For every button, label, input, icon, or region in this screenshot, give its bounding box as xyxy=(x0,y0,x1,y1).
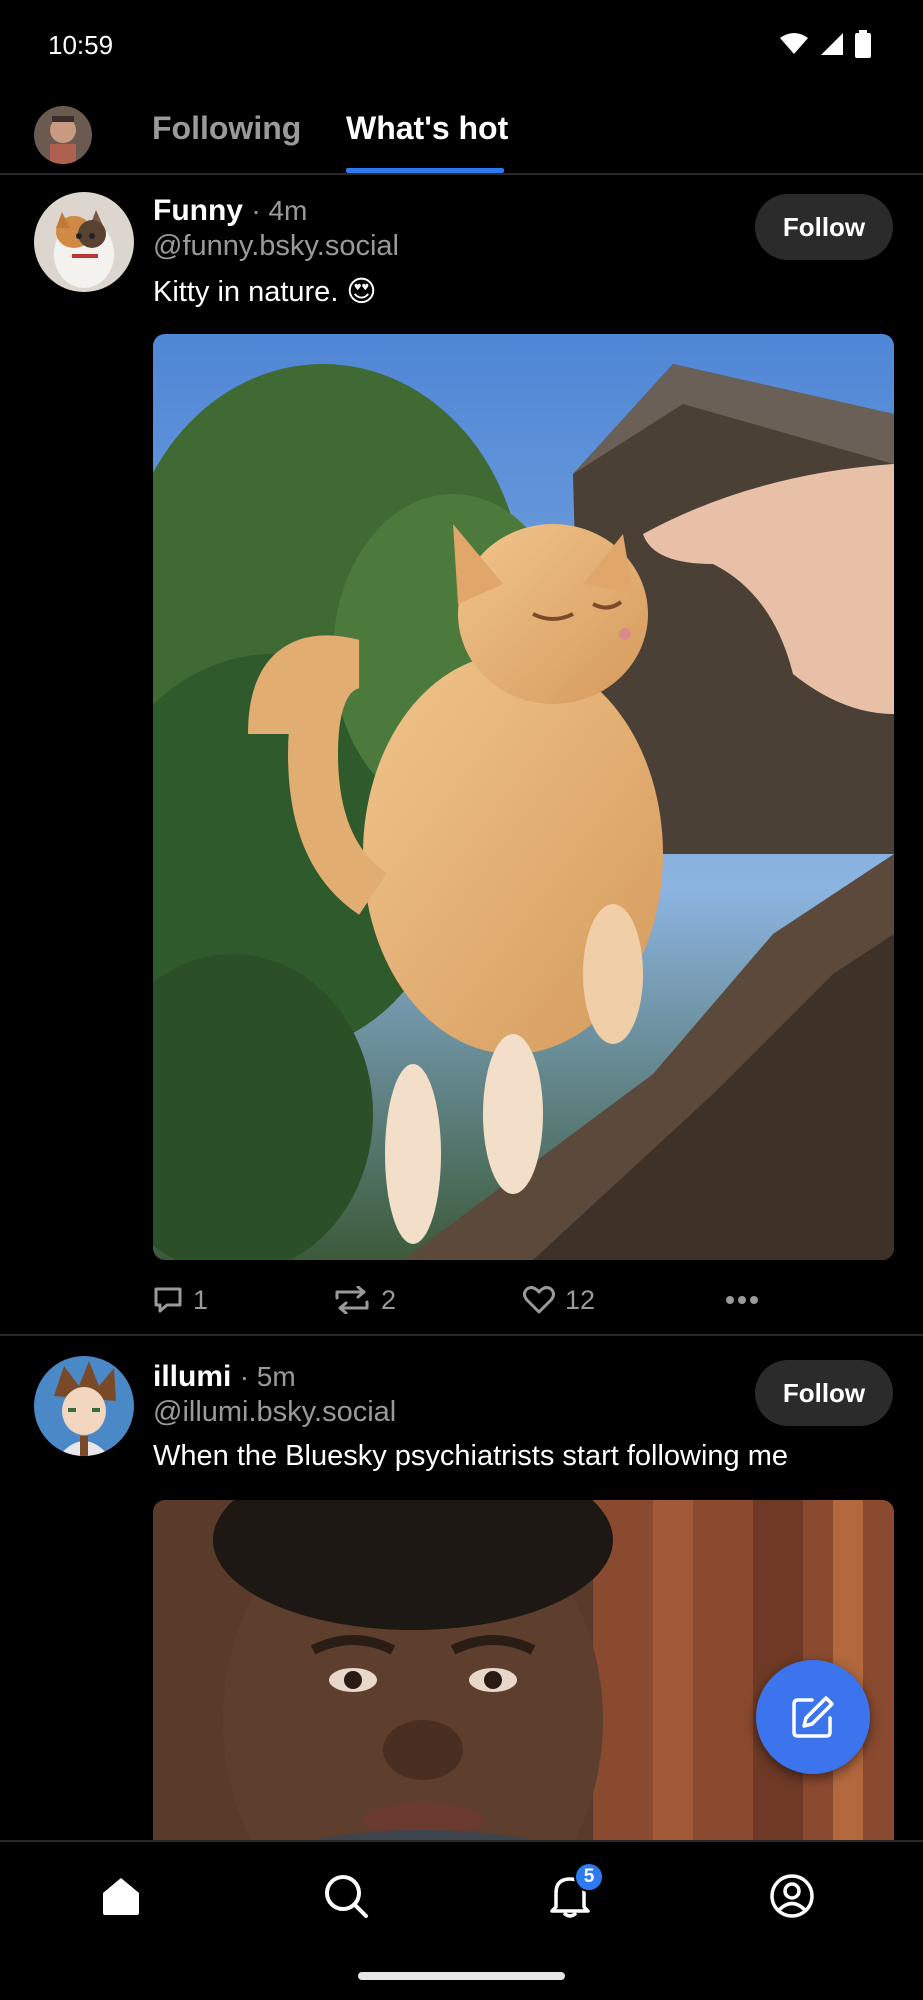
repost-button[interactable]: 2 xyxy=(333,1285,396,1316)
feed-tabs-bar: Following What's hot xyxy=(0,90,923,175)
repost-icon xyxy=(335,1286,369,1314)
post-author-avatar[interactable] xyxy=(34,1356,134,1456)
profile-icon xyxy=(770,1874,814,1918)
compose-icon xyxy=(792,1696,834,1738)
tab-whats-hot[interactable]: What's hot xyxy=(346,110,508,147)
nav-profile[interactable] xyxy=(762,1866,822,1926)
post-author-handle[interactable]: @funny.bsky.social xyxy=(153,230,399,263)
battery-icon xyxy=(855,30,871,58)
post-author-line: Funny · 4m xyxy=(153,194,307,228)
post-author-handle[interactable]: @illumi.bsky.social xyxy=(153,1396,396,1429)
reply-button[interactable]: 1 xyxy=(153,1285,208,1316)
follow-button[interactable]: Follow xyxy=(755,1360,893,1426)
notifications-badge: 5 xyxy=(574,1862,604,1892)
nav-search[interactable] xyxy=(316,1866,376,1926)
post-text: When the Bluesky psychiatrists start fol… xyxy=(153,1440,789,1472)
active-tab-indicator xyxy=(346,168,504,173)
more-options-button[interactable] xyxy=(725,1295,759,1305)
reply-count: 1 xyxy=(193,1284,209,1315)
more-icon xyxy=(726,1296,758,1304)
post-author-line: illumi · 5m xyxy=(153,1360,296,1394)
heart-icon xyxy=(523,1286,555,1314)
like-button[interactable]: 12 xyxy=(523,1285,595,1316)
repost-count: 2 xyxy=(381,1284,397,1315)
like-count: 12 xyxy=(565,1284,596,1315)
user-avatar[interactable] xyxy=(34,106,92,164)
post-time: · 4m xyxy=(251,195,308,226)
post-author-name[interactable]: Funny xyxy=(153,194,243,227)
compose-post-button[interactable] xyxy=(756,1660,870,1774)
follow-button[interactable]: Follow xyxy=(755,194,893,260)
home-indicator[interactable] xyxy=(358,1972,565,1980)
post-author-name[interactable]: illumi xyxy=(153,1360,231,1393)
status-time: 10:59 xyxy=(48,30,114,60)
post-image[interactable] xyxy=(153,334,894,1260)
post-time: · 5m xyxy=(239,1361,296,1392)
post-author-avatar[interactable] xyxy=(34,192,134,292)
signal-icon xyxy=(821,33,843,55)
wifi-icon xyxy=(780,33,808,54)
tab-following[interactable]: Following xyxy=(152,110,301,147)
nav-home[interactable] xyxy=(91,1866,151,1926)
home-icon xyxy=(103,1878,139,1915)
status-icons xyxy=(779,30,871,58)
status-bar: 10:59 xyxy=(0,0,923,90)
post-actions: 1 2 12 xyxy=(153,1280,773,1320)
reply-icon xyxy=(154,1287,182,1313)
post-text: Kitty in nature. 😍 xyxy=(153,276,377,308)
search-icon xyxy=(325,1875,368,1918)
post[interactable]: Funny · 4m @funny.bsky.social Kitty in n… xyxy=(0,176,923,1334)
